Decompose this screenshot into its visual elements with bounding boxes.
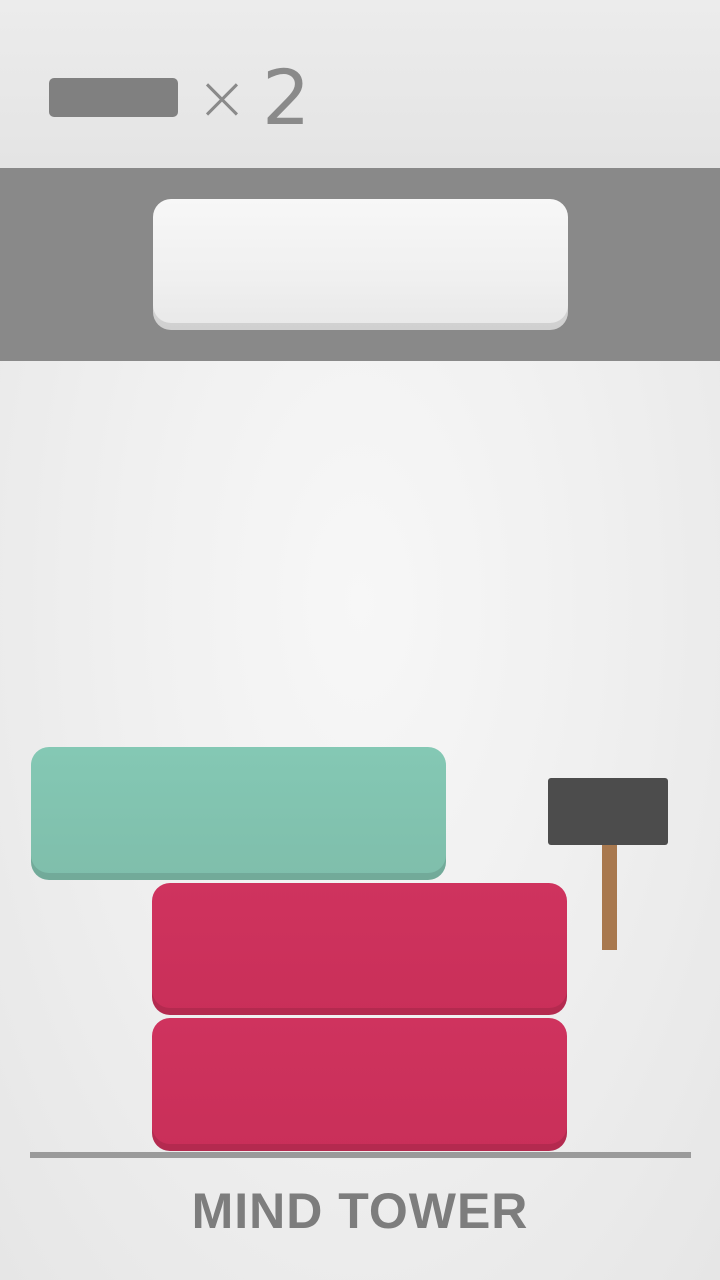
hud-bar: × 2 bbox=[0, 0, 720, 168]
block-icon bbox=[49, 78, 178, 117]
game-title: MIND TOWER bbox=[191, 1183, 529, 1239]
times-symbol: × bbox=[196, 61, 248, 134]
next-block-bar bbox=[0, 168, 720, 361]
red-block-lower[interactable] bbox=[152, 1018, 567, 1151]
next-block[interactable] bbox=[153, 199, 568, 330]
hammer-icon[interactable] bbox=[548, 778, 668, 845]
hammer-handle[interactable] bbox=[602, 845, 617, 950]
red-block-upper[interactable] bbox=[152, 883, 567, 1015]
ground-line bbox=[30, 1152, 691, 1158]
teal-block[interactable] bbox=[31, 747, 446, 880]
remaining-count: 2 bbox=[262, 53, 311, 142]
